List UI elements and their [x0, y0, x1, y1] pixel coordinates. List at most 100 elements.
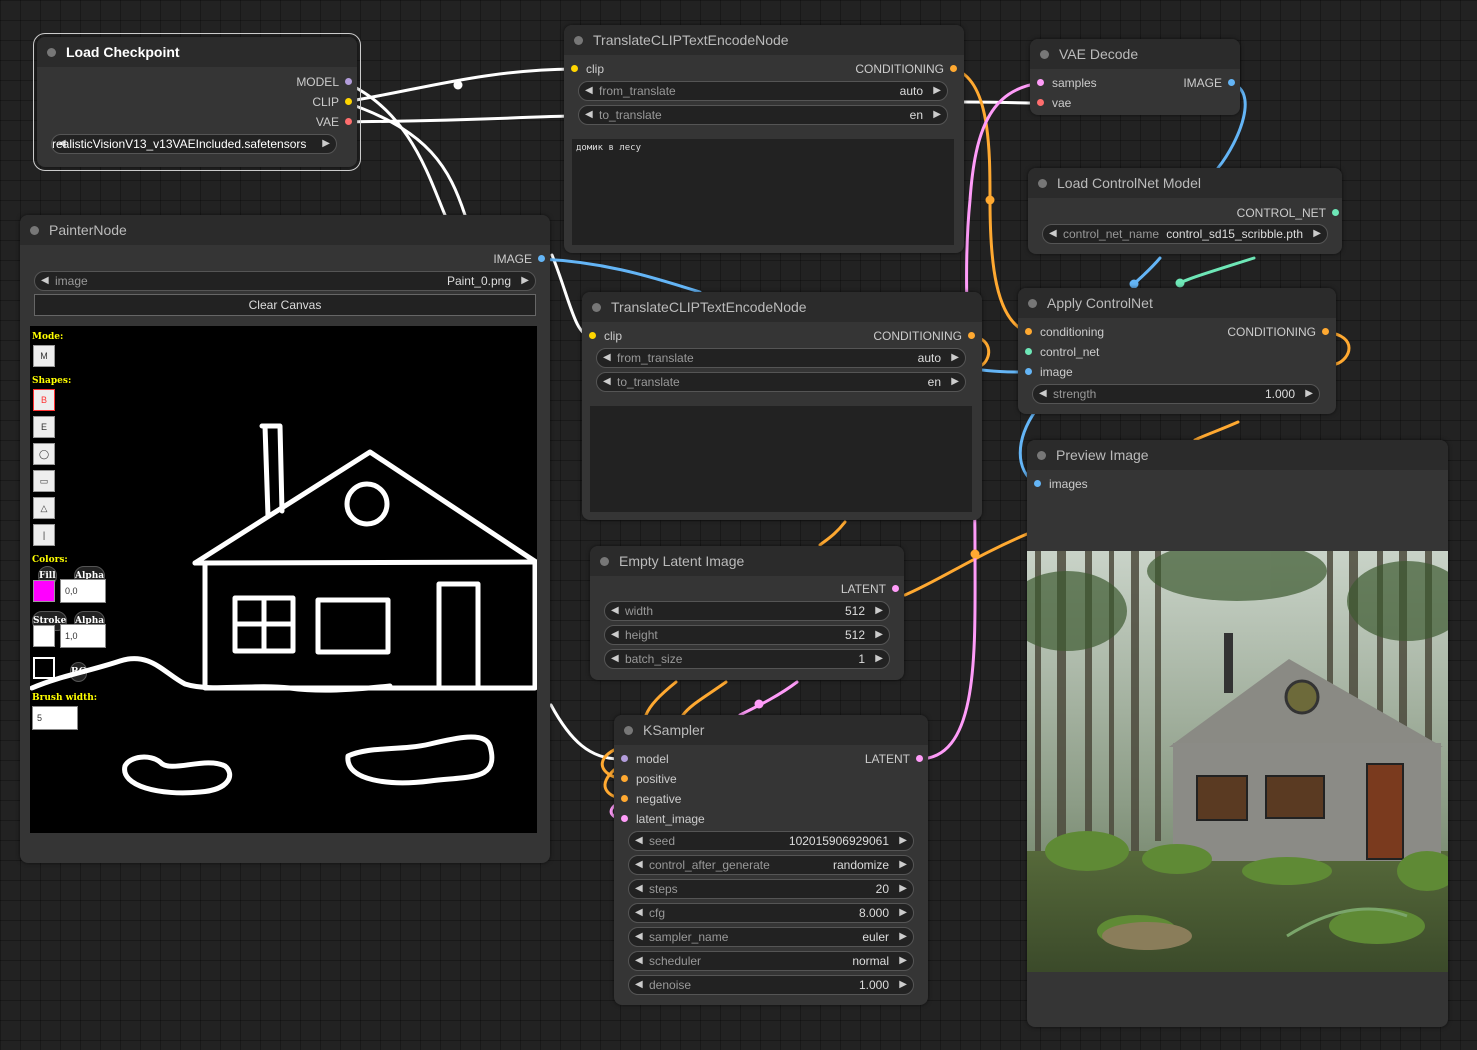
- collapse-dot-icon[interactable]: [574, 35, 583, 45]
- to-translate-combo[interactable]: ◀ to_translate en ▶: [578, 105, 948, 125]
- prompt-textarea[interactable]: [590, 406, 972, 512]
- collapse-dot-icon[interactable]: [624, 725, 633, 735]
- strength-slider[interactable]: ◀ strength 1.000 ▶: [1032, 384, 1320, 404]
- collapse-dot-icon[interactable]: [1040, 49, 1049, 59]
- input-images[interactable]: images: [1031, 474, 1088, 494]
- output-latent[interactable]: LATENT: [865, 749, 926, 769]
- height-number[interactable]: ◀ height 512 ▶: [604, 625, 890, 645]
- input-latent-image[interactable]: latent_image: [618, 809, 705, 829]
- slot-dot-icon[interactable]: [1025, 348, 1032, 355]
- collapse-dot-icon[interactable]: [30, 225, 39, 235]
- input-clip[interactable]: clip: [586, 326, 622, 346]
- control-after-generate-combo[interactable]: ◀ control_after_generate randomize ▶: [628, 855, 914, 875]
- output-image[interactable]: IMAGE: [493, 249, 548, 269]
- output-conditioning[interactable]: CONDITIONING: [855, 59, 960, 79]
- image-combo[interactable]: ◀ image Paint_0.png ▶: [34, 271, 536, 291]
- node-painter[interactable]: PainterNode IMAGE ◀ image Paint_0.png ▶ Cle…: [20, 215, 550, 863]
- node-title-bar[interactable]: VAE Decode: [1030, 39, 1240, 69]
- batch-size-number[interactable]: ◀ batch_size 1 ▶: [604, 649, 890, 669]
- slot-dot-icon[interactable]: [621, 755, 628, 762]
- left-triangle-icon[interactable]: ◀: [635, 880, 643, 898]
- output-image[interactable]: IMAGE: [1183, 73, 1238, 93]
- slot-dot-icon[interactable]: [1037, 99, 1044, 106]
- right-triangle-icon[interactable]: ▶: [322, 135, 330, 153]
- node-empty-latent[interactable]: Empty Latent Image LATENT ◀ width 512 ▶ ◀ he…: [590, 546, 904, 680]
- collapse-dot-icon[interactable]: [592, 302, 601, 312]
- node-title-bar[interactable]: Apply ControlNet: [1018, 288, 1336, 318]
- slot-dot-icon[interactable]: [345, 78, 352, 85]
- collapse-dot-icon[interactable]: [47, 47, 56, 57]
- right-triangle-icon[interactable]: ▶: [899, 904, 907, 922]
- right-triangle-icon[interactable]: ▶: [951, 349, 959, 367]
- seed-number[interactable]: ◀ seed 102015906929061 ▶: [628, 831, 914, 851]
- prompt-textarea[interactable]: домик в лесу: [572, 139, 954, 245]
- node-load-checkpoint[interactable]: Load Checkpoint MODEL CLIP VAE ◀ realist…: [33, 33, 361, 171]
- node-translate-2[interactable]: TranslateCLIPTextEncodeNode clip CONDITI…: [582, 292, 982, 520]
- input-clip[interactable]: clip: [568, 59, 604, 79]
- left-triangle-icon[interactable]: ◀: [41, 272, 49, 290]
- painter-canvas[interactable]: Mode: M Shapes: B E ◯ ▭ △ | Colors: Fill…: [30, 326, 537, 833]
- slot-dot-icon[interactable]: [1037, 79, 1044, 86]
- from-translate-combo[interactable]: ◀ from_translate auto ▶: [596, 348, 966, 368]
- denoise-number[interactable]: ◀ denoise 1.000 ▶: [628, 975, 914, 995]
- node-preview-image[interactable]: Preview Image images: [1027, 440, 1448, 1027]
- collapse-dot-icon[interactable]: [1038, 178, 1047, 188]
- node-title-bar[interactable]: TranslateCLIPTextEncodeNode: [582, 292, 982, 322]
- input-image[interactable]: image: [1022, 362, 1073, 382]
- right-triangle-icon[interactable]: ▶: [1313, 225, 1321, 243]
- slot-dot-icon[interactable]: [950, 65, 957, 72]
- left-triangle-icon[interactable]: ◀: [611, 602, 619, 620]
- right-triangle-icon[interactable]: ▶: [875, 602, 883, 620]
- right-triangle-icon[interactable]: ▶: [521, 272, 529, 290]
- left-triangle-icon[interactable]: ◀: [585, 82, 593, 100]
- slot-dot-icon[interactable]: [916, 755, 923, 762]
- right-triangle-icon[interactable]: ▶: [899, 928, 907, 946]
- left-triangle-icon[interactable]: ◀: [611, 626, 619, 644]
- slot-dot-icon[interactable]: [621, 775, 628, 782]
- input-model[interactable]: model: [618, 749, 669, 769]
- output-conditioning[interactable]: CONDITIONING: [1227, 322, 1332, 342]
- slot-dot-icon[interactable]: [571, 65, 578, 72]
- input-samples[interactable]: samples: [1034, 73, 1097, 93]
- right-triangle-icon[interactable]: ▶: [899, 880, 907, 898]
- node-vae-decode[interactable]: VAE Decode samples vae IMAGE: [1030, 39, 1240, 115]
- node-title-bar[interactable]: Empty Latent Image: [590, 546, 904, 576]
- node-apply-controlnet[interactable]: Apply ControlNet conditioning control_ne…: [1018, 288, 1336, 414]
- output-clip[interactable]: CLIP: [312, 92, 355, 112]
- clear-canvas-button[interactable]: Clear Canvas: [34, 294, 536, 316]
- left-triangle-icon[interactable]: ◀: [585, 106, 593, 124]
- input-vae[interactable]: vae: [1034, 93, 1071, 113]
- right-triangle-icon[interactable]: ▶: [933, 106, 941, 124]
- slot-dot-icon[interactable]: [1332, 209, 1339, 216]
- node-title-bar[interactable]: TranslateCLIPTextEncodeNode: [564, 25, 964, 55]
- slot-dot-icon[interactable]: [1025, 368, 1032, 375]
- right-triangle-icon[interactable]: ▶: [899, 832, 907, 850]
- output-vae[interactable]: VAE: [316, 112, 355, 132]
- node-load-controlnet[interactable]: Load ControlNet Model CONTROL_NET ◀ contr…: [1028, 168, 1342, 254]
- collapse-dot-icon[interactable]: [1037, 450, 1046, 460]
- left-triangle-icon[interactable]: ◀: [603, 349, 611, 367]
- from-translate-combo[interactable]: ◀ from_translate auto ▶: [578, 81, 948, 101]
- left-triangle-icon[interactable]: ◀: [1039, 385, 1047, 403]
- right-triangle-icon[interactable]: ▶: [875, 626, 883, 644]
- right-triangle-icon[interactable]: ▶: [875, 650, 883, 668]
- node-title-bar[interactable]: Load Checkpoint: [37, 37, 357, 67]
- input-positive[interactable]: positive: [618, 769, 677, 789]
- left-triangle-icon[interactable]: ◀: [1049, 225, 1057, 243]
- collapse-dot-icon[interactable]: [1028, 298, 1037, 308]
- output-conditioning[interactable]: CONDITIONING: [873, 326, 978, 346]
- output-model[interactable]: MODEL: [296, 72, 355, 92]
- steps-number[interactable]: ◀ steps 20 ▶: [628, 879, 914, 899]
- left-triangle-icon[interactable]: ◀: [611, 650, 619, 668]
- right-triangle-icon[interactable]: ▶: [899, 952, 907, 970]
- slot-dot-icon[interactable]: [892, 585, 899, 592]
- width-number[interactable]: ◀ width 512 ▶: [604, 601, 890, 621]
- scheduler-combo[interactable]: ◀ scheduler normal ▶: [628, 951, 914, 971]
- right-triangle-icon[interactable]: ▶: [899, 976, 907, 994]
- slot-dot-icon[interactable]: [345, 118, 352, 125]
- node-title-bar[interactable]: KSampler: [614, 715, 928, 745]
- right-triangle-icon[interactable]: ▶: [1305, 385, 1313, 403]
- right-triangle-icon[interactable]: ▶: [933, 82, 941, 100]
- input-negative[interactable]: negative: [618, 789, 681, 809]
- right-triangle-icon[interactable]: ▶: [951, 373, 959, 391]
